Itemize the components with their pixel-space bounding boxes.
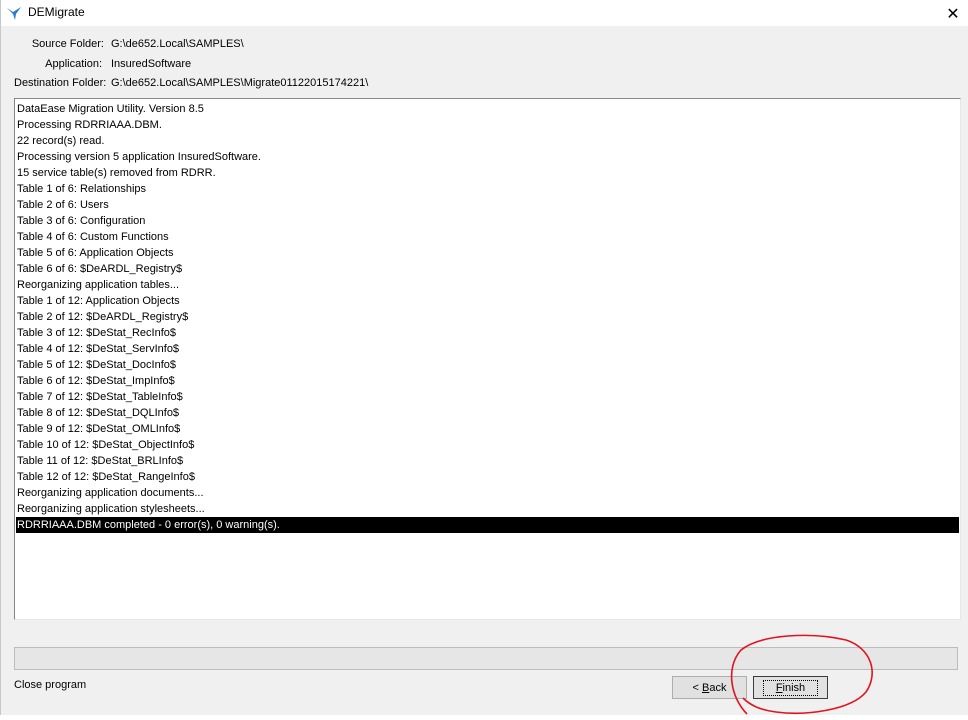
window-title: DEMigrate — [28, 5, 85, 19]
demigrate-window: DEMigrate ✕ Source Folder: G:\de652.Loca… — [0, 0, 968, 715]
log-line[interactable]: Table 10 of 12: $DeStat_ObjectInfo$ — [16, 437, 959, 453]
log-line[interactable]: Table 1 of 12: Application Objects — [16, 293, 959, 309]
destination-folder-label: Destination Folder: — [14, 77, 107, 89]
source-folder-value: G:\de652.Local\SAMPLES\ — [111, 38, 244, 50]
log-line[interactable]: DataEase Migration Utility. Version 8.5 — [16, 101, 959, 117]
destination-folder-row: Destination Folder: G:\de652.Local\SAMPL… — [1, 76, 968, 90]
red-circle-annotation — [730, 634, 873, 715]
source-folder-label: Source Folder: — [31, 38, 104, 50]
log-line[interactable]: Table 5 of 12: $DeStat_DocInfo$ — [16, 357, 959, 373]
title-bar[interactable]: DEMigrate ✕ — [1, 0, 968, 26]
log-line[interactable]: Processing version 5 application Insured… — [16, 149, 959, 165]
log-line[interactable]: Table 12 of 12: $DeStat_RangeInfo$ — [16, 469, 959, 485]
close-button[interactable]: ✕ — [937, 0, 968, 26]
log-line[interactable]: Table 7 of 12: $DeStat_TableInfo$ — [16, 389, 959, 405]
status-text: Close program — [14, 679, 87, 691]
log-line[interactable]: Table 8 of 12: $DeStat_DQLInfo$ — [16, 405, 959, 421]
application-label: Application: — [45, 58, 102, 70]
log-line[interactable]: Table 6 of 12: $DeStat_ImpInfo$ — [16, 373, 959, 389]
log-line[interactable]: Table 9 of 12: $DeStat_OMLInfo$ — [16, 421, 959, 437]
log-line[interactable]: Reorganizing application stylesheets... — [16, 501, 959, 517]
log-line[interactable]: Table 11 of 12: $DeStat_BRLInfo$ — [16, 453, 959, 469]
log-line[interactable]: 15 service table(s) removed from RDRR. — [16, 165, 959, 181]
log-line[interactable]: 22 record(s) read. — [16, 133, 959, 149]
application-value: InsuredSoftware — [111, 58, 192, 70]
migration-log-list[interactable]: DataEase Migration Utility. Version 8.5 P… — [14, 98, 961, 620]
log-line[interactable]: Table 4 of 12: $DeStat_ServInfo$ — [16, 341, 959, 357]
log-line[interactable]: Table 5 of 6: Application Objects — [16, 245, 959, 261]
log-line-selected[interactable]: RDRRIAAA.DBM completed - 0 error(s), 0 w… — [16, 517, 959, 533]
log-line[interactable]: Reorganizing application documents... — [16, 485, 959, 501]
app-bird-icon — [7, 7, 21, 20]
log-lines: DataEase Migration Utility. Version 8.5 P… — [16, 101, 959, 533]
log-line[interactable]: Table 3 of 6: Configuration — [16, 213, 959, 229]
finish-button-label: Finish — [762, 679, 819, 696]
log-line[interactable]: Table 4 of 6: Custom Functions — [16, 229, 959, 245]
log-line[interactable]: Reorganizing application tables... — [16, 277, 959, 293]
destination-folder-value: G:\de652.Local\SAMPLES\Migrate0112201517… — [111, 77, 369, 89]
log-line[interactable]: Table 2 of 6: Users — [16, 197, 959, 213]
log-line[interactable]: Processing RDRRIAAA.DBM. — [16, 117, 959, 133]
log-line[interactable]: Table 2 of 12: $DeARDL_Registry$ — [16, 309, 959, 325]
application-row: Application: InsuredSoftware — [1, 57, 968, 71]
finish-button[interactable]: Finish — [753, 676, 828, 699]
back-button-label: < Back — [692, 681, 727, 694]
log-line[interactable]: Table 3 of 12: $DeStat_RecInfo$ — [16, 325, 959, 341]
close-icon: ✕ — [946, 3, 960, 23]
source-folder-row: Source Folder: G:\de652.Local\SAMPLES\ — [1, 37, 968, 51]
log-line[interactable]: Table 1 of 6: Relationships — [16, 181, 959, 197]
progress-bar — [14, 647, 958, 670]
log-line[interactable]: Table 6 of 6: $DeARDL_Registry$ — [16, 261, 959, 277]
back-button[interactable]: < Back — [672, 676, 747, 699]
